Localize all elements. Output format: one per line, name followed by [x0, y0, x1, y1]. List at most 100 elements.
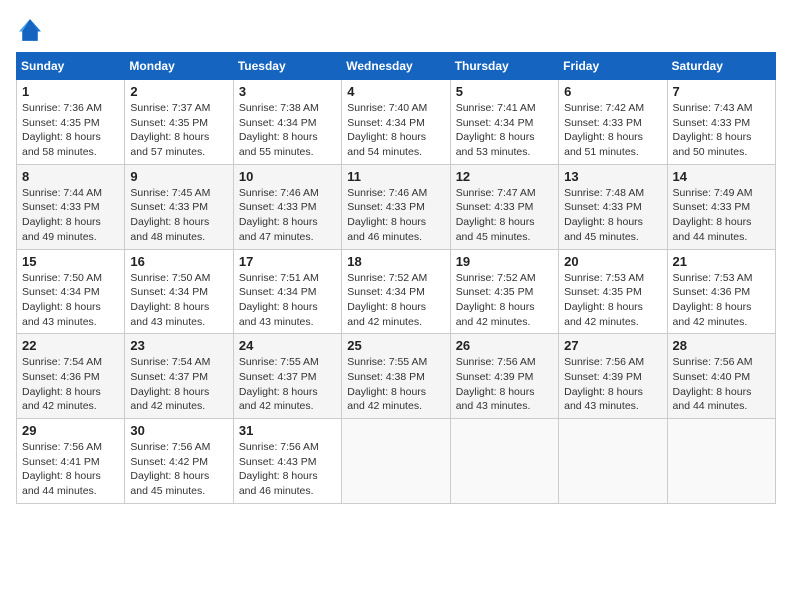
calendar-cell	[667, 419, 775, 504]
day-number: 5	[456, 84, 553, 99]
day-number: 1	[22, 84, 119, 99]
calendar-cell: 17 Sunrise: 7:51 AM Sunset: 4:34 PM Dayl…	[233, 249, 341, 334]
day-info: Sunrise: 7:52 AM Sunset: 4:35 PM Dayligh…	[456, 271, 553, 330]
calendar-cell: 6 Sunrise: 7:42 AM Sunset: 4:33 PM Dayli…	[559, 80, 667, 165]
calendar-header-monday: Monday	[125, 53, 233, 80]
calendar-cell: 5 Sunrise: 7:41 AM Sunset: 4:34 PM Dayli…	[450, 80, 558, 165]
day-info: Sunrise: 7:46 AM Sunset: 4:33 PM Dayligh…	[239, 186, 336, 245]
day-number: 29	[22, 423, 119, 438]
day-number: 30	[130, 423, 227, 438]
day-info: Sunrise: 7:50 AM Sunset: 4:34 PM Dayligh…	[130, 271, 227, 330]
calendar-cell	[559, 419, 667, 504]
day-number: 7	[673, 84, 770, 99]
day-info: Sunrise: 7:56 AM Sunset: 4:39 PM Dayligh…	[564, 355, 661, 414]
day-info: Sunrise: 7:53 AM Sunset: 4:36 PM Dayligh…	[673, 271, 770, 330]
calendar-cell	[450, 419, 558, 504]
day-info: Sunrise: 7:42 AM Sunset: 4:33 PM Dayligh…	[564, 101, 661, 160]
day-number: 20	[564, 254, 661, 269]
calendar-header-tuesday: Tuesday	[233, 53, 341, 80]
day-info: Sunrise: 7:38 AM Sunset: 4:34 PM Dayligh…	[239, 101, 336, 160]
day-info: Sunrise: 7:49 AM Sunset: 4:33 PM Dayligh…	[673, 186, 770, 245]
calendar-header-thursday: Thursday	[450, 53, 558, 80]
calendar-cell: 7 Sunrise: 7:43 AM Sunset: 4:33 PM Dayli…	[667, 80, 775, 165]
day-number: 21	[673, 254, 770, 269]
logo	[16, 16, 48, 44]
calendar-cell: 29 Sunrise: 7:56 AM Sunset: 4:41 PM Dayl…	[17, 419, 125, 504]
day-number: 8	[22, 169, 119, 184]
day-number: 10	[239, 169, 336, 184]
day-number: 12	[456, 169, 553, 184]
calendar-week-5: 29 Sunrise: 7:56 AM Sunset: 4:41 PM Dayl…	[17, 419, 776, 504]
day-number: 26	[456, 338, 553, 353]
day-number: 17	[239, 254, 336, 269]
calendar-cell	[342, 419, 450, 504]
calendar-cell: 10 Sunrise: 7:46 AM Sunset: 4:33 PM Dayl…	[233, 164, 341, 249]
day-info: Sunrise: 7:56 AM Sunset: 4:43 PM Dayligh…	[239, 440, 336, 499]
day-number: 23	[130, 338, 227, 353]
day-number: 13	[564, 169, 661, 184]
day-number: 14	[673, 169, 770, 184]
day-number: 19	[456, 254, 553, 269]
day-info: Sunrise: 7:44 AM Sunset: 4:33 PM Dayligh…	[22, 186, 119, 245]
calendar-cell: 13 Sunrise: 7:48 AM Sunset: 4:33 PM Dayl…	[559, 164, 667, 249]
calendar-cell: 20 Sunrise: 7:53 AM Sunset: 4:35 PM Dayl…	[559, 249, 667, 334]
calendar-cell: 24 Sunrise: 7:55 AM Sunset: 4:37 PM Dayl…	[233, 334, 341, 419]
day-number: 25	[347, 338, 444, 353]
calendar-cell: 4 Sunrise: 7:40 AM Sunset: 4:34 PM Dayli…	[342, 80, 450, 165]
day-info: Sunrise: 7:46 AM Sunset: 4:33 PM Dayligh…	[347, 186, 444, 245]
calendar-cell: 3 Sunrise: 7:38 AM Sunset: 4:34 PM Dayli…	[233, 80, 341, 165]
day-number: 6	[564, 84, 661, 99]
day-info: Sunrise: 7:55 AM Sunset: 4:38 PM Dayligh…	[347, 355, 444, 414]
calendar-cell: 18 Sunrise: 7:52 AM Sunset: 4:34 PM Dayl…	[342, 249, 450, 334]
day-info: Sunrise: 7:56 AM Sunset: 4:40 PM Dayligh…	[673, 355, 770, 414]
day-info: Sunrise: 7:40 AM Sunset: 4:34 PM Dayligh…	[347, 101, 444, 160]
calendar-table: SundayMondayTuesdayWednesdayThursdayFrid…	[16, 52, 776, 504]
day-info: Sunrise: 7:50 AM Sunset: 4:34 PM Dayligh…	[22, 271, 119, 330]
day-info: Sunrise: 7:55 AM Sunset: 4:37 PM Dayligh…	[239, 355, 336, 414]
calendar-cell: 19 Sunrise: 7:52 AM Sunset: 4:35 PM Dayl…	[450, 249, 558, 334]
day-number: 15	[22, 254, 119, 269]
calendar-week-2: 8 Sunrise: 7:44 AM Sunset: 4:33 PM Dayli…	[17, 164, 776, 249]
calendar-cell: 12 Sunrise: 7:47 AM Sunset: 4:33 PM Dayl…	[450, 164, 558, 249]
calendar-cell: 23 Sunrise: 7:54 AM Sunset: 4:37 PM Dayl…	[125, 334, 233, 419]
day-number: 16	[130, 254, 227, 269]
calendar-header-row: SundayMondayTuesdayWednesdayThursdayFrid…	[17, 53, 776, 80]
day-info: Sunrise: 7:51 AM Sunset: 4:34 PM Dayligh…	[239, 271, 336, 330]
calendar-cell: 8 Sunrise: 7:44 AM Sunset: 4:33 PM Dayli…	[17, 164, 125, 249]
calendar-cell: 1 Sunrise: 7:36 AM Sunset: 4:35 PM Dayli…	[17, 80, 125, 165]
calendar-cell: 26 Sunrise: 7:56 AM Sunset: 4:39 PM Dayl…	[450, 334, 558, 419]
day-info: Sunrise: 7:48 AM Sunset: 4:33 PM Dayligh…	[564, 186, 661, 245]
day-info: Sunrise: 7:53 AM Sunset: 4:35 PM Dayligh…	[564, 271, 661, 330]
day-info: Sunrise: 7:37 AM Sunset: 4:35 PM Dayligh…	[130, 101, 227, 160]
calendar-body: 1 Sunrise: 7:36 AM Sunset: 4:35 PM Dayli…	[17, 80, 776, 504]
day-info: Sunrise: 7:54 AM Sunset: 4:37 PM Dayligh…	[130, 355, 227, 414]
calendar-cell: 16 Sunrise: 7:50 AM Sunset: 4:34 PM Dayl…	[125, 249, 233, 334]
calendar-cell: 15 Sunrise: 7:50 AM Sunset: 4:34 PM Dayl…	[17, 249, 125, 334]
calendar-cell: 11 Sunrise: 7:46 AM Sunset: 4:33 PM Dayl…	[342, 164, 450, 249]
calendar-header-saturday: Saturday	[667, 53, 775, 80]
calendar-cell: 28 Sunrise: 7:56 AM Sunset: 4:40 PM Dayl…	[667, 334, 775, 419]
calendar-cell: 2 Sunrise: 7:37 AM Sunset: 4:35 PM Dayli…	[125, 80, 233, 165]
calendar-cell: 21 Sunrise: 7:53 AM Sunset: 4:36 PM Dayl…	[667, 249, 775, 334]
day-info: Sunrise: 7:47 AM Sunset: 4:33 PM Dayligh…	[456, 186, 553, 245]
calendar-header-friday: Friday	[559, 53, 667, 80]
calendar-cell: 14 Sunrise: 7:49 AM Sunset: 4:33 PM Dayl…	[667, 164, 775, 249]
calendar-cell: 30 Sunrise: 7:56 AM Sunset: 4:42 PM Dayl…	[125, 419, 233, 504]
calendar-week-1: 1 Sunrise: 7:36 AM Sunset: 4:35 PM Dayli…	[17, 80, 776, 165]
day-info: Sunrise: 7:45 AM Sunset: 4:33 PM Dayligh…	[130, 186, 227, 245]
day-info: Sunrise: 7:56 AM Sunset: 4:42 PM Dayligh…	[130, 440, 227, 499]
day-number: 24	[239, 338, 336, 353]
calendar-header-wednesday: Wednesday	[342, 53, 450, 80]
calendar-week-4: 22 Sunrise: 7:54 AM Sunset: 4:36 PM Dayl…	[17, 334, 776, 419]
day-number: 3	[239, 84, 336, 99]
calendar-cell: 31 Sunrise: 7:56 AM Sunset: 4:43 PM Dayl…	[233, 419, 341, 504]
day-number: 11	[347, 169, 444, 184]
day-number: 27	[564, 338, 661, 353]
calendar-cell: 25 Sunrise: 7:55 AM Sunset: 4:38 PM Dayl…	[342, 334, 450, 419]
calendar-cell: 9 Sunrise: 7:45 AM Sunset: 4:33 PM Dayli…	[125, 164, 233, 249]
day-info: Sunrise: 7:41 AM Sunset: 4:34 PM Dayligh…	[456, 101, 553, 160]
page-header	[16, 16, 776, 44]
day-info: Sunrise: 7:36 AM Sunset: 4:35 PM Dayligh…	[22, 101, 119, 160]
day-info: Sunrise: 7:56 AM Sunset: 4:39 PM Dayligh…	[456, 355, 553, 414]
calendar-header-sunday: Sunday	[17, 53, 125, 80]
